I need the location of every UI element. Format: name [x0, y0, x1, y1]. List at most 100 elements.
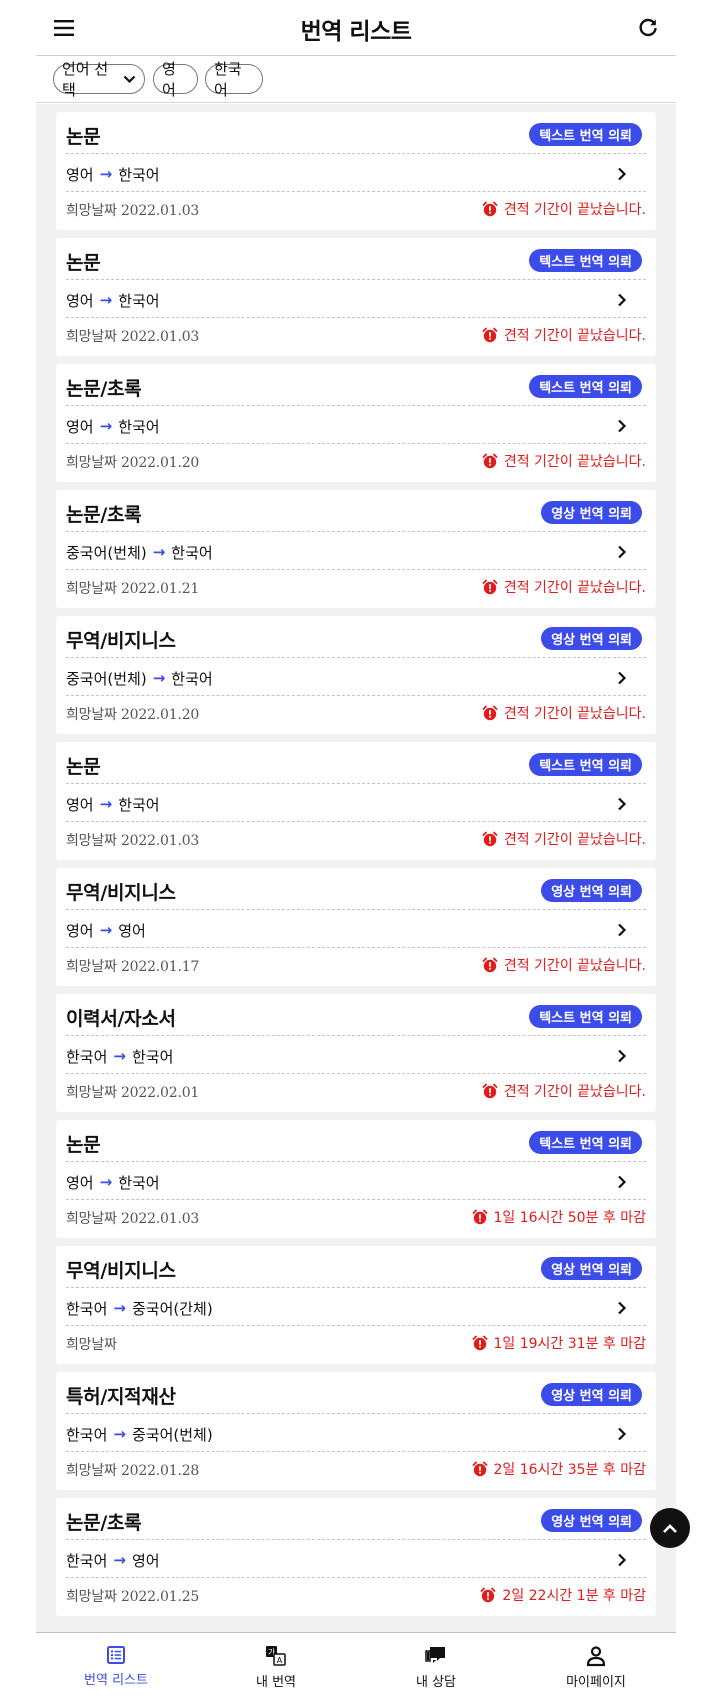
request-card[interactable]: 무역/비지니스 영상 번역 의뢰 한국어 → 중국어(간체) 희망날짜 1일 19시간 31… — [56, 1246, 656, 1364]
source-language: 한국어 — [66, 1299, 108, 1318]
chevron-down-icon — [123, 75, 136, 84]
request-card[interactable]: 논문 텍스트 번역 의뢰 영어 → 한국어 희망날짜 2022.01.03 견적 기간이 끝… — [56, 238, 656, 356]
nav-label: 마이페이지 — [566, 1675, 626, 1690]
chevron-right-icon — [618, 1553, 627, 1567]
request-card[interactable]: 논문 텍스트 번역 의뢰 영어 → 한국어 희망날짜 2022.01.03 1일 16시간 … — [56, 1120, 656, 1238]
deadline-status: 견적 기간이 끝났습니다. — [482, 325, 646, 345]
language-select-dropdown[interactable]: 언어 선택 — [53, 60, 145, 99]
request-title: 논문/초록 — [66, 378, 142, 400]
target-language: 영어 — [131, 1551, 160, 1570]
request-title: 이력서/자소서 — [66, 1008, 176, 1030]
desired-date: 희망날짜 2022.02.01 — [66, 1085, 200, 1101]
request-title: 논문 — [66, 126, 101, 148]
target-language: 한국어 — [118, 165, 160, 184]
nav-label: 내 번역 — [255, 1675, 296, 1690]
alarm-clock-icon — [472, 1461, 488, 1477]
refresh-button[interactable] — [634, 14, 662, 42]
filter-chip-target-language[interactable]: 한국어 — [205, 60, 263, 99]
chevron-right-icon — [618, 1301, 627, 1315]
arrow-right-icon: → — [113, 1299, 126, 1317]
deadline-text: 견적 기간이 끝났습니다. — [503, 706, 646, 722]
request-detail-button[interactable] — [610, 288, 634, 312]
scroll-to-top-button[interactable] — [650, 1508, 690, 1548]
arrow-right-icon: → — [99, 795, 113, 813]
divider — [66, 1287, 646, 1288]
request-detail-button[interactable] — [610, 1548, 634, 1572]
request-type-badge: 영상 번역 의뢰 — [541, 1383, 642, 1406]
deadline-text: 견적 기간이 끝났습니다. — [503, 958, 646, 974]
request-card[interactable]: 논문/초록 영상 번역 의뢰 중국어(번체) → 한국어 희망날짜 2022.01.21 견… — [56, 490, 656, 608]
nav-item-my-consultation[interactable]: 내 상담 — [356, 1633, 516, 1701]
chevron-up-icon — [663, 1523, 677, 1533]
chat-icon — [425, 1647, 445, 1663]
request-card[interactable]: 무역/비지니스 영상 번역 의뢰 중국어(번체) → 한국어 희망날짜 2022.01.2… — [56, 616, 656, 734]
deadline-status: 2일 16시간 35분 후 마감 — [472, 1459, 646, 1479]
request-detail-button[interactable] — [610, 414, 634, 438]
language-select-label: 언어 선택 — [62, 60, 109, 99]
request-detail-button[interactable] — [610, 1170, 634, 1194]
request-type-badge: 영상 번역 의뢰 — [541, 1509, 642, 1532]
chevron-right-icon — [618, 1175, 627, 1189]
target-language: 한국어 — [171, 543, 213, 562]
alarm-clock-icon — [482, 1083, 498, 1099]
nav-item-my-translation[interactable]: 가 A 내 번역 — [196, 1633, 356, 1701]
source-language: 영어 — [66, 417, 94, 436]
request-card[interactable]: 논문/초록 영상 번역 의뢰 한국어 → 영어 희망날짜 2022.01.25 2일 22시… — [56, 1498, 656, 1616]
desired-date: 희망날짜 2022.01.17 — [66, 959, 200, 975]
deadline-status: 견적 기간이 끝났습니다. — [482, 703, 646, 723]
deadline-status: 견적 기간이 끝났습니다. — [482, 451, 646, 471]
request-detail-button[interactable] — [610, 666, 634, 690]
divider — [66, 1451, 646, 1452]
request-detail-button[interactable] — [610, 1422, 634, 1446]
divider — [66, 531, 646, 532]
request-type-badge: 영상 번역 의뢰 — [541, 627, 642, 650]
desired-date: 희망날짜 2022.01.20 — [66, 707, 200, 723]
translation-request-list: 논문 텍스트 번역 의뢰 영어 → 한국어 희망날짜 2022.01.03 견적 기간이 끝… — [36, 104, 676, 1632]
request-title: 무역/비지니스 — [66, 1260, 176, 1282]
source-language-label: 영어 — [162, 60, 176, 99]
alarm-clock-icon — [482, 453, 498, 469]
request-detail-button[interactable] — [610, 1296, 634, 1320]
target-language: 영어 — [118, 921, 146, 940]
language-route: 영어 → 한국어 — [66, 792, 160, 816]
request-detail-button[interactable] — [610, 918, 634, 942]
request-detail-button[interactable] — [610, 540, 634, 564]
request-card[interactable]: 논문 텍스트 번역 의뢰 영어 → 한국어 희망날짜 2022.01.03 견적 기간이 끝… — [56, 742, 656, 860]
target-language: 한국어 — [118, 417, 160, 436]
app-header: 번역 리스트 — [36, 0, 676, 56]
language-route: 영어 → 한국어 — [66, 288, 160, 312]
request-detail-button[interactable] — [610, 1044, 634, 1068]
request-detail-button[interactable] — [610, 162, 634, 186]
nav-item-translation-list[interactable]: 번역 리스트 — [36, 1633, 196, 1701]
filter-chip-source-language[interactable]: 영어 — [153, 60, 198, 99]
alarm-clock-icon — [480, 1587, 496, 1603]
source-language: 한국어 — [66, 1425, 108, 1444]
nav-label: 내 상담 — [415, 1675, 456, 1690]
arrow-right-icon: → — [99, 417, 113, 435]
deadline-status: 견적 기간이 끝났습니다. — [482, 199, 646, 219]
desired-date: 희망날짜 — [66, 1337, 117, 1353]
request-card[interactable]: 논문/초록 텍스트 번역 의뢰 영어 → 한국어 희망날짜 2022.01.20 견적 기간… — [56, 364, 656, 482]
divider — [66, 783, 646, 784]
alarm-clock-icon — [482, 957, 498, 973]
request-detail-button[interactable] — [610, 792, 634, 816]
language-route: 중국어(번체) → 한국어 — [66, 666, 213, 690]
request-card[interactable]: 무역/비지니스 영상 번역 의뢰 영어 → 영어 희망날짜 2022.01.17 견적 기간… — [56, 868, 656, 986]
chevron-right-icon — [618, 293, 627, 307]
chevron-right-icon — [618, 1049, 627, 1063]
request-type-badge: 영상 번역 의뢰 — [541, 501, 642, 524]
target-language-label: 한국어 — [214, 60, 242, 99]
arrow-right-icon: → — [99, 165, 113, 183]
nav-item-my-page[interactable]: 마이페이지 — [516, 1633, 676, 1701]
source-language: 중국어(번체) — [66, 543, 147, 562]
request-card[interactable]: 특허/지적재산 영상 번역 의뢰 한국어 → 중국어(번체) 희망날짜 2022.01.2… — [56, 1372, 656, 1490]
request-title: 논문 — [66, 252, 101, 274]
list-icon — [107, 1646, 125, 1664]
bottom-navigation: 번역 리스트 가 A 내 번역 내 상담 마이페이지 — [36, 1632, 676, 1701]
divider — [66, 909, 646, 910]
request-card[interactable]: 논문 텍스트 번역 의뢰 영어 → 한국어 희망날짜 2022.01.03 견적 기간이 끝… — [56, 112, 656, 230]
request-type-badge: 영상 번역 의뢰 — [541, 879, 642, 902]
request-card[interactable]: 이력서/자소서 텍스트 번역 의뢰 한국어 → 한국어 희망날짜 2022.02.01 견적… — [56, 994, 656, 1112]
person-icon — [586, 1646, 606, 1667]
divider — [66, 317, 646, 318]
